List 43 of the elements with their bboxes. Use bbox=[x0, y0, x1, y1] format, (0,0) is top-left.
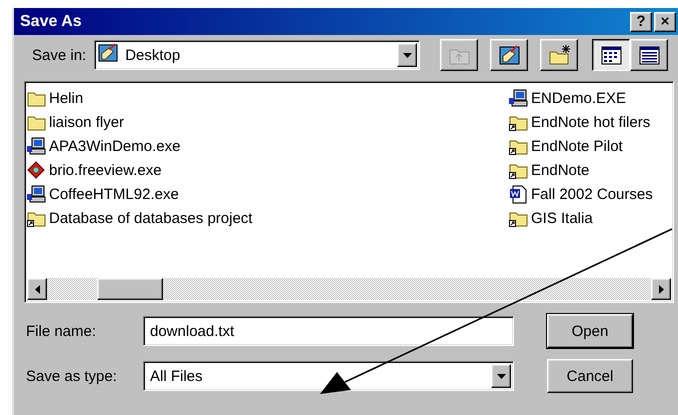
desktop-button[interactable] bbox=[490, 39, 528, 71]
scroll-left-icon bbox=[34, 284, 40, 294]
desktop-icon bbox=[97, 42, 120, 64]
file-name-label: File name: bbox=[26, 322, 98, 340]
file-name[interactable]: CoffeeHTML92.exe bbox=[49, 186, 179, 202]
diamond-icon bbox=[27, 160, 46, 180]
save-as-type-dropdown[interactable]: All Files bbox=[143, 361, 514, 391]
file-name[interactable]: EndNote Pilot bbox=[531, 138, 623, 154]
horizontal-scrollbar[interactable] bbox=[27, 278, 671, 300]
file-name[interactable]: Fall 2002 Courses bbox=[531, 186, 653, 202]
new-folder-icon bbox=[548, 44, 571, 66]
save-in-label: Save in: bbox=[32, 46, 86, 64]
dropdown-arrow-icon bbox=[496, 374, 506, 378]
computer-icon bbox=[509, 88, 528, 108]
file-name[interactable]: GIS Italia bbox=[531, 210, 593, 226]
open-button[interactable]: Open bbox=[547, 314, 633, 348]
list-view-button[interactable] bbox=[592, 39, 630, 71]
file-name[interactable]: Database of databases project bbox=[49, 210, 252, 226]
dropdown-arrow-icon bbox=[402, 52, 412, 58]
help-button[interactable]: ? bbox=[630, 12, 652, 32]
file-name[interactable]: Helin bbox=[49, 90, 84, 106]
details-view-icon bbox=[638, 44, 661, 66]
scrollbar-thumb[interactable] bbox=[97, 278, 163, 300]
list-view-icon bbox=[600, 44, 623, 66]
desktop-icon bbox=[498, 44, 521, 66]
file-name[interactable]: EndNote hot filers bbox=[531, 114, 650, 130]
file-name-field[interactable]: download.txt bbox=[143, 316, 514, 346]
file-name[interactable]: brio.freeview.exe bbox=[49, 162, 162, 178]
details-view-button[interactable] bbox=[630, 39, 668, 71]
file-name[interactable]: EndNote bbox=[531, 162, 590, 178]
cancel-button[interactable]: Cancel bbox=[547, 359, 633, 393]
close-button[interactable]: × bbox=[654, 12, 676, 32]
scroll-right-icon bbox=[658, 284, 664, 294]
computer-icon bbox=[27, 136, 46, 156]
file-name[interactable]: APA3WinDemo.exe bbox=[49, 138, 180, 154]
save-in-dropdown[interactable]: Desktop bbox=[94, 40, 420, 70]
computer-icon bbox=[27, 184, 46, 204]
file-name[interactable]: ENDemo.EXE bbox=[531, 90, 626, 106]
document-icon bbox=[509, 184, 528, 204]
save-as-type-label: Save as type: bbox=[26, 368, 118, 384]
window-title: Save As bbox=[20, 12, 83, 30]
file-name[interactable]: liaison flyer bbox=[49, 114, 124, 130]
new-folder-button[interactable] bbox=[540, 39, 578, 71]
